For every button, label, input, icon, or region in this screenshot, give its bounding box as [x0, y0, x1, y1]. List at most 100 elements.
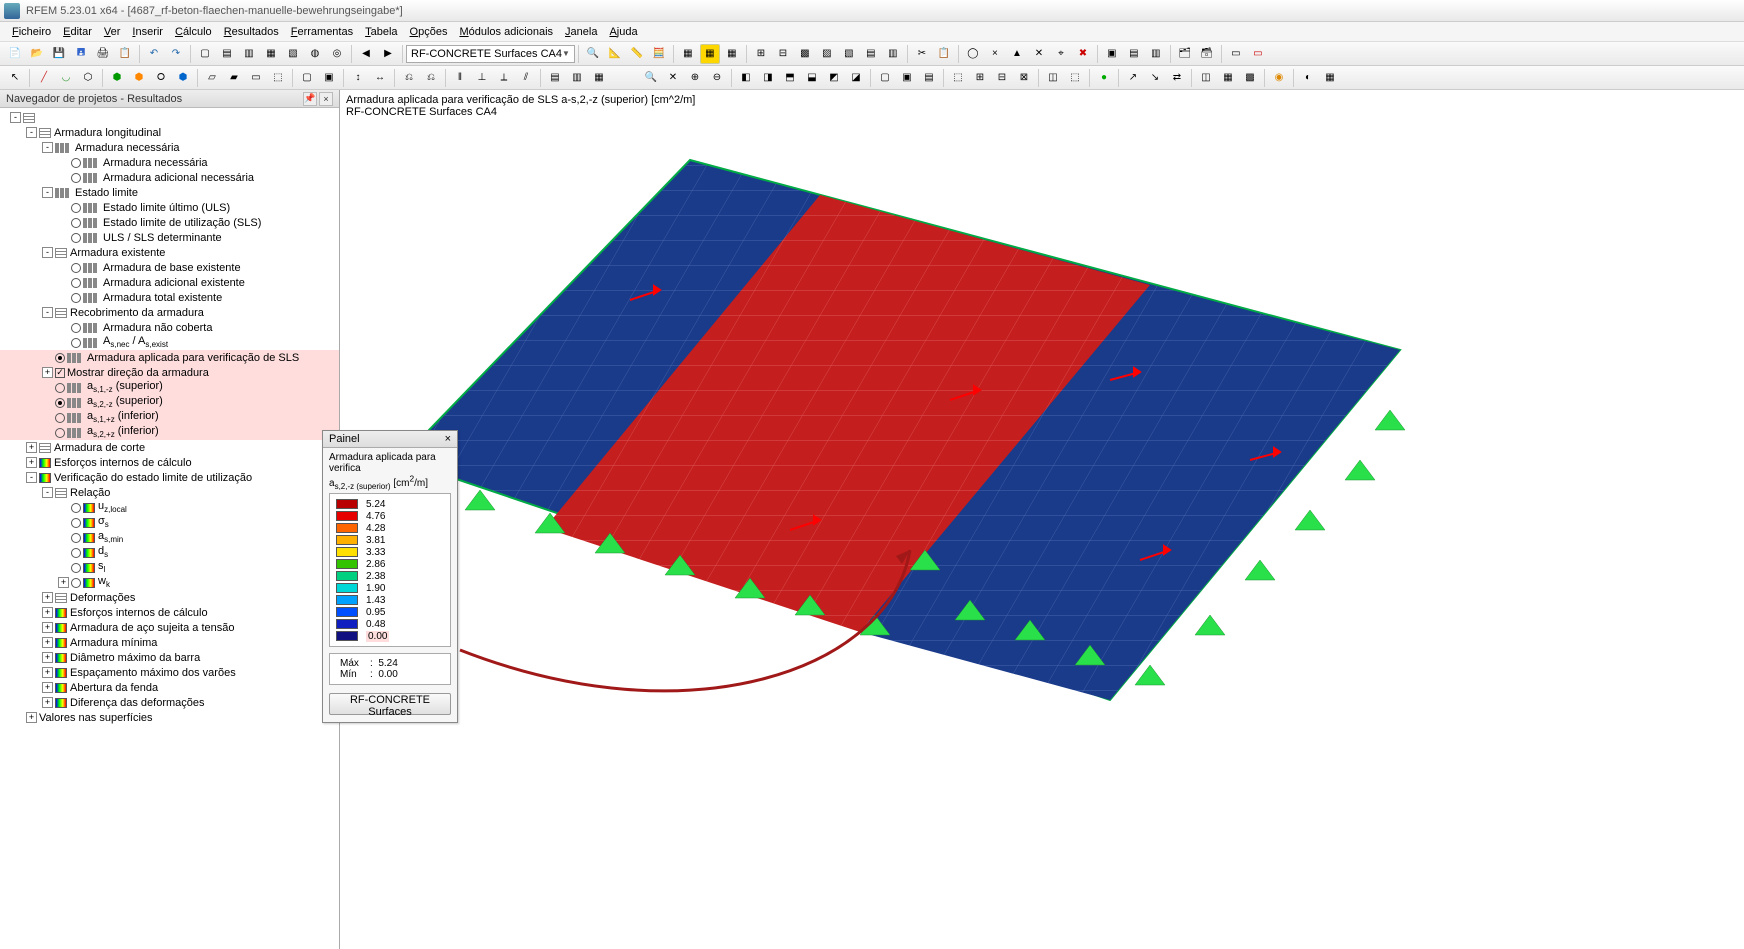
- tb-g[interactable]: ▦: [722, 44, 742, 64]
- tb-p[interactable]: 📋: [934, 44, 954, 64]
- tree-item[interactable]: +Armadura de corte: [0, 440, 339, 455]
- tb2-ao[interactable]: ⬚: [1065, 68, 1085, 88]
- tree-item[interactable]: as,1,-z (superior): [0, 380, 339, 395]
- blank-button-4[interactable]: ▦: [261, 44, 281, 64]
- tb2-x[interactable]: ✕: [663, 68, 683, 88]
- menu-janela[interactable]: Janela: [559, 24, 603, 40]
- tb2-ay[interactable]: ▦: [1320, 68, 1340, 88]
- collapse-icon[interactable]: -: [42, 247, 53, 258]
- tree-item[interactable]: Armadura não coberta: [0, 320, 339, 335]
- checkbox-icon[interactable]: ✓: [55, 368, 65, 378]
- expand-icon[interactable]: +: [26, 712, 37, 723]
- tree-item[interactable]: as,min: [0, 530, 339, 545]
- tb2-ak[interactable]: ⊞: [970, 68, 990, 88]
- tb-t[interactable]: ✕: [1029, 44, 1049, 64]
- tb2-g[interactable]: ▰: [224, 68, 244, 88]
- tb-r[interactable]: ×: [985, 44, 1005, 64]
- results-combo[interactable]: RF-CONCRETE Surfaces CA4 ▼: [406, 45, 575, 63]
- tree-item[interactable]: as,1,+z (inferior): [0, 410, 339, 425]
- tree-item[interactable]: Armadura total existente: [0, 290, 339, 305]
- tree-item[interactable]: ds: [0, 545, 339, 560]
- print-button[interactable]: 🖨: [93, 44, 113, 64]
- tb-z[interactable]: 🗂: [1175, 44, 1195, 64]
- tb2-line[interactable]: ╱: [34, 68, 54, 88]
- tb2-ac[interactable]: ⬒: [780, 68, 800, 88]
- radio-icon[interactable]: [71, 218, 81, 228]
- radio-icon[interactable]: [71, 233, 81, 243]
- tb2-e[interactable]: ⬢: [173, 68, 193, 88]
- tb2-an[interactable]: ◫: [1043, 68, 1063, 88]
- tb-m[interactable]: ▤: [861, 44, 881, 64]
- tb2-r[interactable]: ⟂: [494, 68, 514, 88]
- menu-resultados[interactable]: Resultados: [218, 24, 285, 40]
- tree-item[interactable]: Armadura adicional existente: [0, 275, 339, 290]
- menu-inserir[interactable]: Inserir: [126, 24, 169, 40]
- collapse-icon[interactable]: -: [42, 307, 53, 318]
- tb2-at[interactable]: ◫: [1196, 68, 1216, 88]
- tb2-ar[interactable]: ↘: [1145, 68, 1165, 88]
- menu-ficheiro[interactable]: Ficheiro: [6, 24, 57, 40]
- tb2-w[interactable]: 🔍: [641, 68, 661, 88]
- undo-button[interactable]: ↶: [144, 44, 164, 64]
- pin-icon[interactable]: 📌: [303, 92, 317, 106]
- blank-button-2[interactable]: ▤: [217, 44, 237, 64]
- tb2-q[interactable]: ⊥: [472, 68, 492, 88]
- radio-icon[interactable]: [71, 323, 81, 333]
- tb2-m[interactable]: ↔: [370, 68, 390, 88]
- new-button[interactable]: 📄: [5, 44, 25, 64]
- collapse-icon[interactable]: -: [42, 487, 53, 498]
- radio-icon[interactable]: [55, 413, 65, 423]
- tb2-aw[interactable]: ◉: [1269, 68, 1289, 88]
- expand-icon[interactable]: +: [58, 577, 69, 588]
- menu-ver[interactable]: Ver: [98, 24, 127, 40]
- tb-j[interactable]: ▩: [795, 44, 815, 64]
- tree-item[interactable]: Estado limite de utilização (SLS): [0, 215, 339, 230]
- close-icon[interactable]: ×: [319, 92, 333, 106]
- tree-item[interactable]: Armadura aplicada para verificação de SL…: [0, 350, 339, 365]
- tree-item[interactable]: as,2,-z (superior): [0, 395, 339, 410]
- tree-item[interactable]: +Diâmetro máximo da barra: [0, 650, 339, 665]
- tb-l[interactable]: ▧: [839, 44, 859, 64]
- tb2-arc[interactable]: ◡: [56, 68, 76, 88]
- tree-item[interactable]: +Armadura de aço sujeita a tensão: [0, 620, 339, 635]
- collapse-icon[interactable]: -: [42, 142, 53, 153]
- tb2-p[interactable]: ‖: [450, 68, 470, 88]
- tb2-ae[interactable]: ◩: [824, 68, 844, 88]
- tb2-ap[interactable]: ●: [1094, 68, 1114, 88]
- radio-icon[interactable]: [71, 503, 81, 513]
- tb-h[interactable]: ⊞: [751, 44, 771, 64]
- tree-item[interactable]: -Estado limite: [0, 185, 339, 200]
- tb2-b[interactable]: ⬢: [107, 68, 127, 88]
- blank-button-7[interactable]: ◎: [327, 44, 347, 64]
- tb2-s[interactable]: ⫽: [516, 68, 536, 88]
- tb2-f[interactable]: ▱: [202, 68, 222, 88]
- radio-icon[interactable]: [71, 563, 81, 573]
- tree-item[interactable]: +wk: [0, 575, 339, 590]
- tb2-ax[interactable]: ◐: [1298, 68, 1318, 88]
- tb-x[interactable]: ▤: [1124, 44, 1144, 64]
- open-button[interactable]: 📂: [27, 44, 47, 64]
- redo-button[interactable]: ↷: [166, 44, 186, 64]
- tree-item[interactable]: as,2,+z (inferior): [0, 425, 339, 440]
- radio-icon[interactable]: [71, 203, 81, 213]
- tb-n[interactable]: ▥: [883, 44, 903, 64]
- blank-button-5[interactable]: ▧: [283, 44, 303, 64]
- tb-s[interactable]: ▲: [1007, 44, 1027, 64]
- tb2-am[interactable]: ⊠: [1014, 68, 1034, 88]
- tb-q[interactable]: ◯: [963, 44, 983, 64]
- viewport-3d[interactable]: Armadura aplicada para verificação de SL…: [340, 90, 1744, 949]
- radio-icon[interactable]: [55, 383, 65, 393]
- tree-item[interactable]: Estado limite último (ULS): [0, 200, 339, 215]
- tb2-av[interactable]: ▩: [1240, 68, 1260, 88]
- expand-icon[interactable]: +: [26, 457, 37, 468]
- tree-item[interactable]: σs: [0, 515, 339, 530]
- close-icon[interactable]: ×: [445, 433, 451, 445]
- tb2-aj[interactable]: ⬚: [948, 68, 968, 88]
- tb2-j[interactable]: ▢: [297, 68, 317, 88]
- tree-item[interactable]: +Armadura mínima: [0, 635, 339, 650]
- menu-módulos adicionais[interactable]: Módulos adicionais: [453, 24, 559, 40]
- expand-icon[interactable]: +: [42, 652, 53, 663]
- nav-left-button[interactable]: ◀: [356, 44, 376, 64]
- tb-aa[interactable]: 🗃: [1197, 44, 1217, 64]
- tb-d[interactable]: 🧮: [649, 44, 669, 64]
